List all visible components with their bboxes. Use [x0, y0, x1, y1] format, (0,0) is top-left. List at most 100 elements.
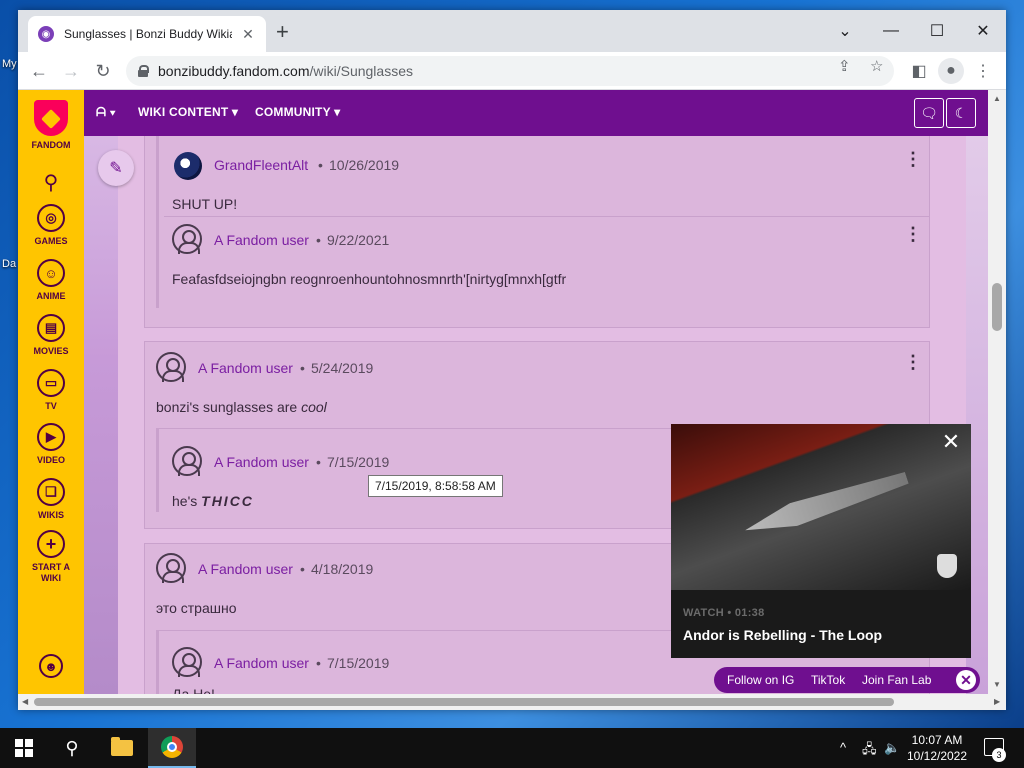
comment-author[interactable]: GrandFleentAlt	[214, 157, 308, 173]
desktop-icon-label[interactable]: Da	[2, 258, 16, 270]
video-title[interactable]: Andor is Rebelling - The Loop	[683, 627, 882, 643]
avatar[interactable]	[156, 553, 186, 583]
scroll-down-arrow-icon[interactable]: ▼	[993, 680, 1001, 689]
avatar[interactable]	[172, 224, 202, 254]
follow-ig-link[interactable]: Follow on IG	[727, 673, 794, 687]
comment-date[interactable]: 5/24/2019	[311, 360, 373, 376]
rail-item-movies[interactable]: ▤ MOVIES	[18, 314, 84, 357]
scroll-up-arrow-icon[interactable]: ▲	[993, 94, 1001, 103]
avatar[interactable]	[172, 647, 202, 677]
search-icon: ⚲	[43, 172, 59, 194]
start-button[interactable]	[0, 728, 48, 768]
search-button[interactable]: ⚲	[18, 170, 84, 195]
horizontal-scroll-thumb[interactable]	[34, 698, 894, 706]
comment-author[interactable]: A Fandom user	[198, 561, 293, 577]
vertical-scrollbar[interactable]: ▲ ▼	[988, 90, 1006, 694]
close-social-bar-icon[interactable]: ✕	[956, 670, 976, 690]
rail-item-anime[interactable]: ☺ ANIME	[18, 259, 84, 302]
tray-chevron-icon[interactable]: ^	[840, 740, 846, 755]
reply-divider	[164, 216, 930, 217]
back-icon[interactable]: ←	[26, 58, 52, 84]
rail-item-start-a-wiki[interactable]: + START A WIKI	[18, 530, 84, 584]
comment-date[interactable]: 7/15/2019	[327, 454, 389, 470]
wiki-home-menu[interactable]: ᗩ ▾	[96, 105, 116, 120]
comment-author[interactable]: A Fandom user	[214, 655, 309, 671]
comment-body-emphasis: cool	[301, 399, 327, 415]
tab-active[interactable]: ◉ Sunglasses | Bonzi Buddy Wikia | F ✕	[28, 16, 266, 52]
comment-date[interactable]: 7/15/2019	[327, 655, 389, 671]
profile-avatar-icon[interactable]: ●	[938, 58, 964, 84]
side-panel-icon[interactable]: ◧	[906, 58, 932, 84]
rail-item-wikis[interactable]: ❑ WIKIS	[18, 478, 84, 521]
scroll-right-arrow-icon[interactable]: ▶	[994, 697, 1000, 706]
file-explorer-icon[interactable]	[98, 728, 146, 768]
url-path: /wiki/Sunglasses	[309, 63, 414, 79]
search-taskbar-icon[interactable]: ⚲	[48, 728, 96, 768]
video-player[interactable]: ✕ WATCH • 01:38 Andor is Rebelling - The…	[671, 424, 971, 658]
community-menu[interactable]: COMMUNITY ▾	[255, 105, 340, 119]
minimize-button[interactable]: —	[868, 16, 914, 46]
edit-pencil-icon[interactable]: ✎	[98, 150, 134, 186]
share-icon[interactable]: ⇪	[838, 57, 851, 75]
tab-search-button[interactable]: ⌄	[822, 16, 868, 46]
comment-date[interactable]: 9/22/2021	[327, 232, 389, 248]
reload-icon[interactable]: ↻	[90, 58, 116, 84]
network-icon[interactable]: 🖧	[862, 740, 877, 762]
video-icon: ▶	[37, 423, 65, 451]
rail-label-video: VIDEO	[36, 455, 65, 465]
comment-author[interactable]: A Fandom user	[198, 360, 293, 376]
discussions-icon[interactable]: 🗨	[914, 98, 944, 128]
avatar[interactable]	[156, 352, 186, 382]
tab-title: Sunglasses | Bonzi Buddy Wikia | F	[64, 27, 232, 41]
tab-close-icon[interactable]: ✕	[240, 26, 256, 43]
dark-mode-icon[interactable]: ☾	[946, 98, 976, 128]
more-options-icon[interactable]: ⋮	[904, 225, 922, 243]
more-options-icon[interactable]: ⋮	[904, 353, 922, 371]
chrome-taskbar-icon[interactable]	[148, 728, 196, 768]
more-options-icon[interactable]: ⋮	[904, 150, 922, 168]
avatar[interactable]	[172, 446, 202, 476]
comment-author[interactable]: A Fandom user	[214, 232, 309, 248]
comment-body: bonzi's sunglasses are cool	[156, 399, 327, 415]
separator-dot: •	[300, 360, 305, 376]
close-video-icon[interactable]: ✕	[939, 430, 963, 454]
tiktok-link[interactable]: TikTok	[811, 673, 845, 687]
wiki-content-menu[interactable]: WIKI CONTENT ▾	[138, 105, 238, 119]
comment-body: это страшно	[156, 600, 237, 616]
horizontal-scrollbar[interactable]: ◀ ▶	[18, 694, 1006, 710]
comment-author[interactable]: A Fandom user	[214, 454, 309, 470]
forward-icon[interactable]: →	[58, 58, 84, 84]
rail-item-video[interactable]: ▶ VIDEO	[18, 423, 84, 466]
maximize-button[interactable]: ☐	[914, 16, 960, 46]
scroll-left-arrow-icon[interactable]: ◀	[22, 697, 28, 706]
clock-date: 10/12/2022	[906, 749, 968, 763]
address-bar[interactable]: bonzibuddy.fandom.com/wiki/Sunglasses	[126, 56, 894, 86]
volume-icon[interactable]: 🔈	[884, 740, 900, 756]
rail-item-games[interactable]: ◎ GAMES	[18, 204, 84, 247]
fandom-logo[interactable]: FANDOM	[18, 100, 84, 151]
url-text[interactable]: bonzibuddy.fandom.com/wiki/Sunglasses	[158, 63, 413, 79]
reply-indent-line	[156, 428, 159, 512]
avatar[interactable]	[174, 152, 202, 180]
page-viewport: FANDOM ⚲ ◎ GAMES ☺ ANIME ▤ MOVIES ▭ TV ▶…	[18, 90, 1006, 694]
user-account-button[interactable]: ☻	[18, 654, 84, 678]
new-tab-button[interactable]: +	[276, 21, 289, 43]
folder-icon	[111, 737, 133, 756]
rail-item-tv[interactable]: ▭ TV	[18, 369, 84, 412]
desktop-icon-label[interactable]: My	[2, 58, 17, 70]
bookmark-star-icon[interactable]: ☆	[870, 57, 883, 75]
menu-kebab-icon[interactable]: ⋮	[970, 58, 996, 84]
lock-icon[interactable]	[138, 65, 149, 77]
join-fan-lab-link[interactable]: Join Fan Lab	[862, 673, 931, 687]
comment-date[interactable]: 4/18/2019	[311, 561, 373, 577]
movies-icon: ▤	[37, 314, 65, 342]
vertical-scroll-thumb[interactable]	[992, 283, 1002, 331]
url-host: bonzibuddy.fandom.com	[158, 63, 310, 79]
taskbar-clock[interactable]: 10:07 AM 10/12/2022	[904, 732, 970, 764]
tv-icon: ▭	[37, 369, 65, 397]
windows-taskbar: ⚲ ^ 🖧 🔈 10:07 AM 10/12/2022 3	[0, 728, 1024, 768]
comment-date[interactable]: 10/26/2019	[329, 157, 399, 173]
video-thumbnail[interactable]	[671, 424, 971, 590]
date-tooltip: 7/15/2019, 8:58:58 AM	[368, 475, 503, 497]
close-window-button[interactable]: ✕	[960, 16, 1006, 46]
